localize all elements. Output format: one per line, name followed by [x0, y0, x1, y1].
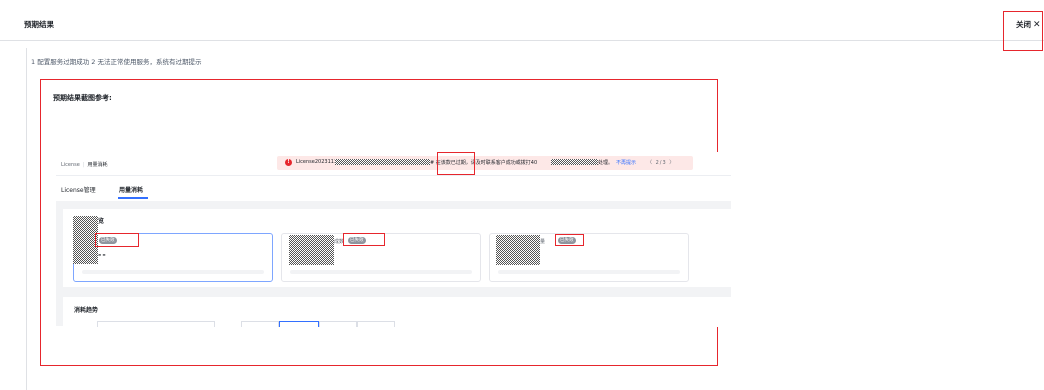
- card-value: --: [98, 250, 107, 259]
- screenshot-reference-title: 预期结果截图参考:: [53, 94, 112, 102]
- header-divider: [0, 40, 1044, 41]
- alert-text-c: 处理。: [598, 160, 614, 166]
- segment-button[interactable]: [319, 321, 357, 327]
- badge-highlight: [343, 233, 385, 246]
- redacted-mask: [335, 159, 430, 165]
- alert-error-icon: !: [285, 159, 292, 166]
- date-range-picker[interactable]: [97, 321, 215, 327]
- badge-highlight: [555, 234, 584, 246]
- breadcrumb-current: 用量消耗: [87, 162, 108, 168]
- card-label: 量: [540, 239, 546, 245]
- tab-usage[interactable]: 用量消耗: [119, 185, 143, 194]
- result-description: 1 配置服务过期成功 2 无法正常使用服务，系统有过期提示: [31, 58, 202, 66]
- usage-bar: [82, 270, 264, 274]
- usage-bar: [498, 270, 680, 274]
- trend-title: 消耗趋势: [74, 307, 99, 314]
- redacted-mask: [551, 159, 598, 165]
- active-tab-indicator: [118, 197, 148, 199]
- dialog-header: 预期结果 关闭 ✕: [0, 0, 1044, 40]
- license-expired-alert: ! License20231114177 # 在该款已过期，请及时联系客户成功或…: [277, 156, 693, 170]
- segment-button[interactable]: [357, 321, 395, 327]
- redacted-mask: [496, 235, 540, 265]
- redacted-mask: [289, 235, 334, 265]
- breadcrumb: License | 用量消耗: [61, 162, 108, 168]
- dialog-title: 预期结果: [24, 20, 54, 29]
- segment-button[interactable]: [241, 321, 279, 327]
- close-button-highlight: [1003, 11, 1043, 51]
- segment-button[interactable]: [279, 321, 319, 327]
- tab-bar: [56, 176, 731, 201]
- expected-result-dialog: 预期结果 关闭 ✕ 1 配置服务过期成功 2 无法正常使用服务，系统有过期提示 预…: [0, 0, 1044, 390]
- expired-text-highlight: [437, 152, 475, 175]
- badge-highlight: [95, 233, 139, 247]
- breadcrumb-root: License: [61, 162, 80, 168]
- no-more-reminder-link[interactable]: 不再提示: [616, 159, 636, 166]
- usage-bar: [290, 270, 472, 274]
- alert-pager[interactable]: 〈 2/3 〉: [647, 159, 675, 166]
- tab-license-management[interactable]: License管理: [61, 185, 96, 194]
